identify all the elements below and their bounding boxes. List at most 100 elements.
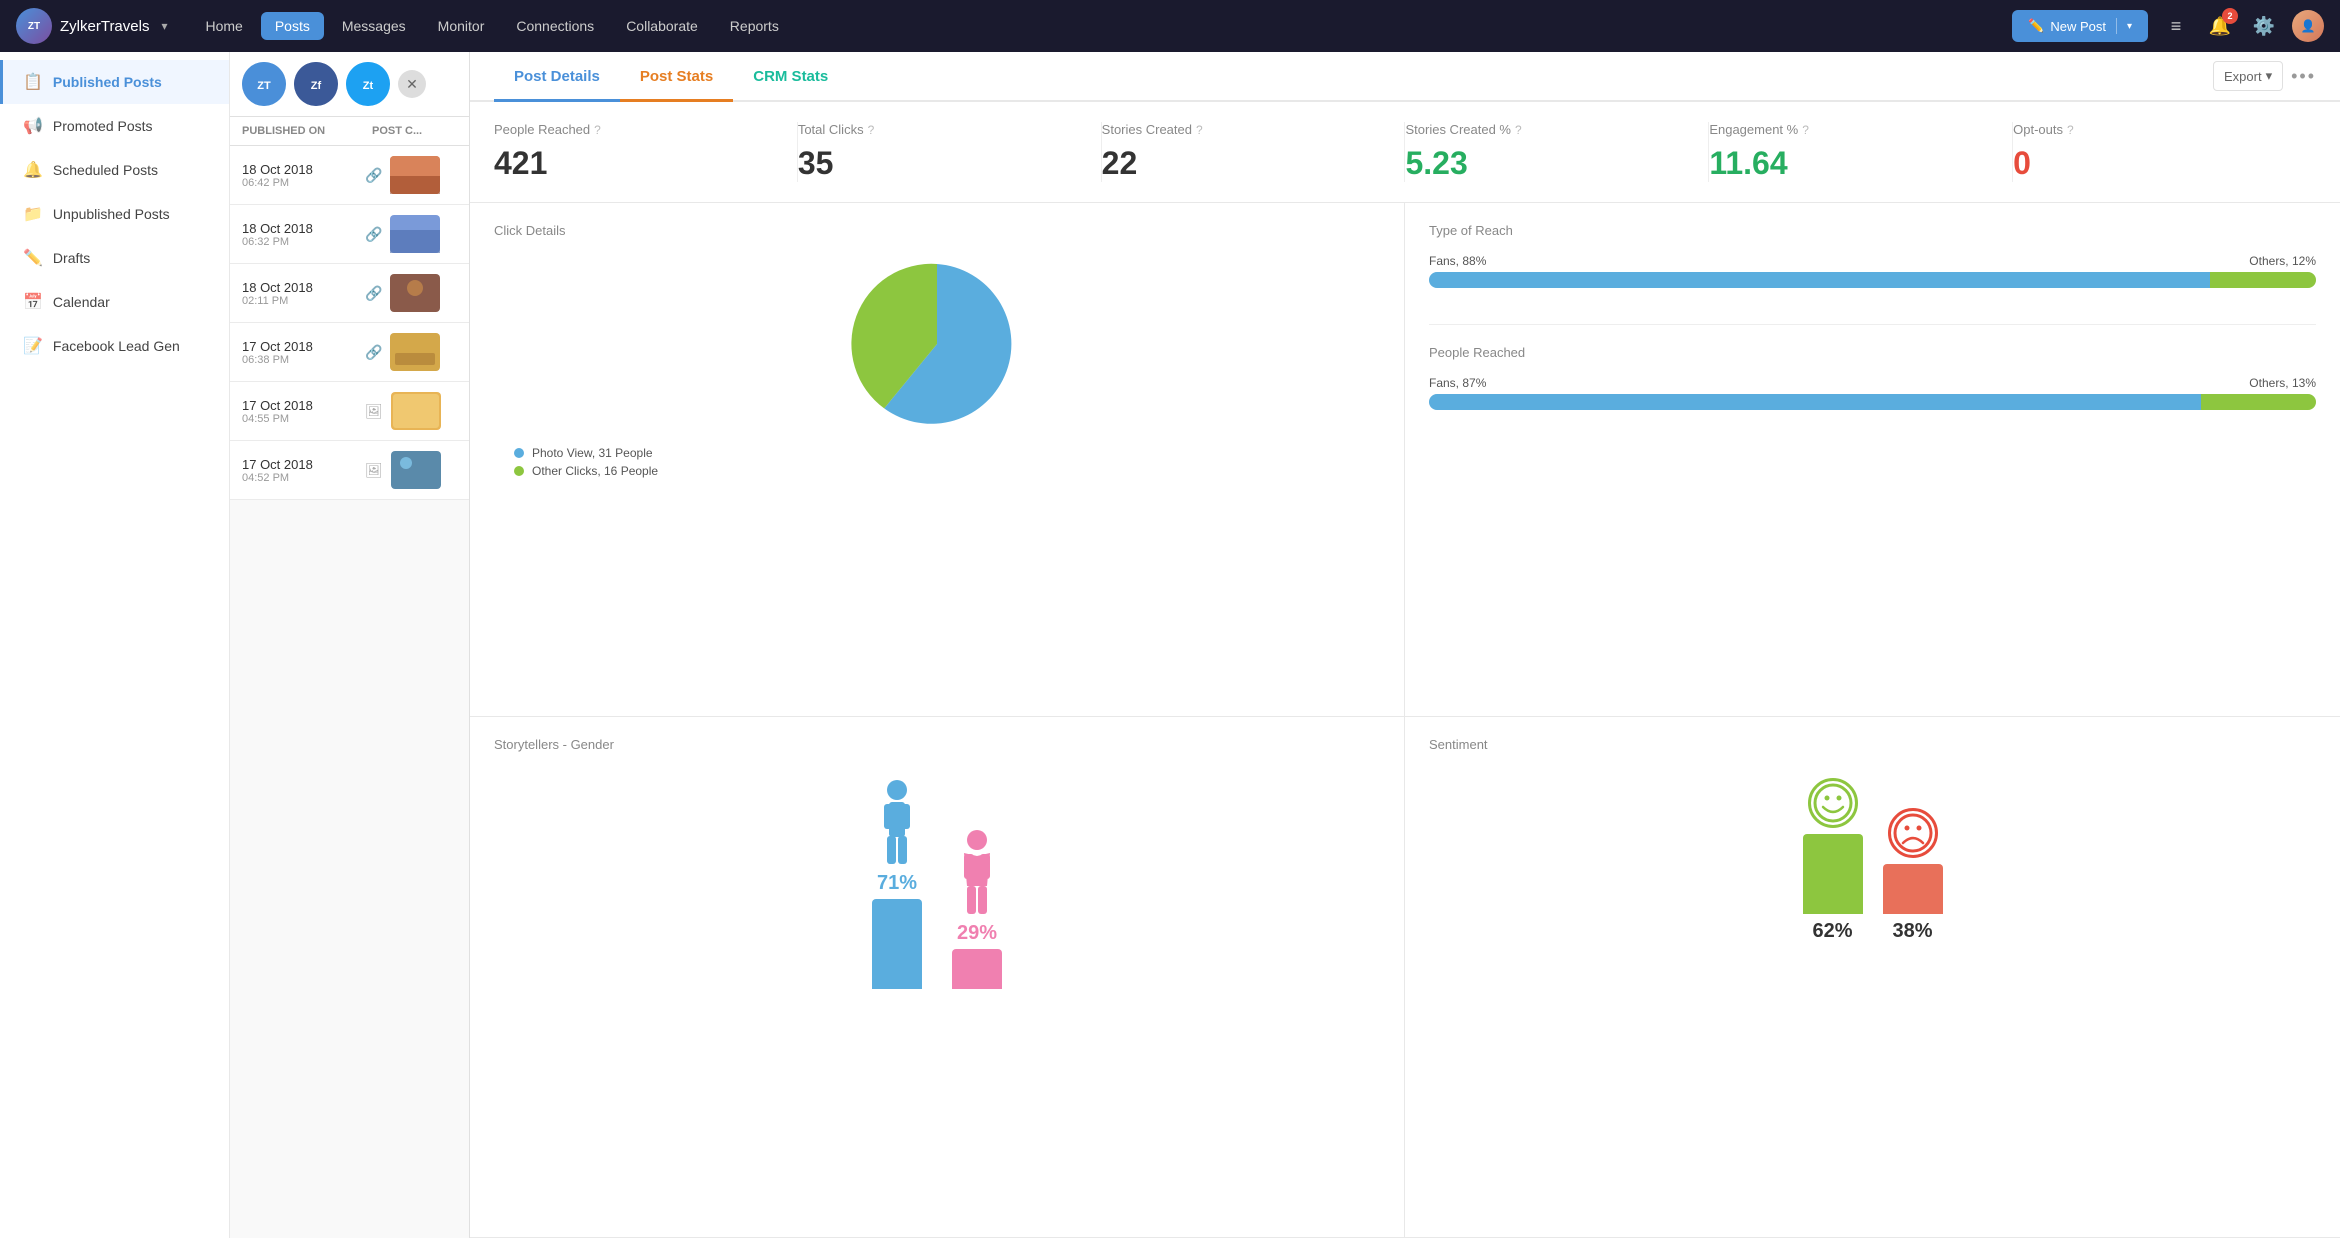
export-chevron-icon: ▾ bbox=[2266, 68, 2273, 84]
sidebar-item-published-posts[interactable]: 📋 Published Posts bbox=[0, 60, 229, 104]
help-icon-people-reached[interactable]: ? bbox=[594, 123, 601, 137]
post-time: 04:55 PM bbox=[242, 413, 357, 425]
profile-tab-2[interactable]: Zf bbox=[294, 62, 338, 106]
fans-label-people: Fans, 87% bbox=[1429, 376, 1486, 390]
post-date: 18 Oct 2018 bbox=[242, 162, 357, 177]
post-time: 06:32 PM bbox=[242, 236, 357, 248]
chart-title-click-details: Click Details bbox=[494, 223, 1380, 238]
male-figure-icon bbox=[872, 778, 922, 868]
stat-value-people-reached: 421 bbox=[494, 145, 777, 182]
post-thumbnail bbox=[391, 392, 441, 430]
tab-crm-stats[interactable]: CRM Stats bbox=[733, 52, 848, 102]
stat-label-stories-created-pct: Stories Created % ? bbox=[1405, 122, 1688, 137]
detail-tabs-bar: Post Details Post Stats CRM Stats Export… bbox=[470, 52, 2340, 102]
new-post-label: New Post bbox=[2050, 19, 2106, 34]
help-icon-stories-created[interactable]: ? bbox=[1196, 123, 1203, 137]
nav-reports[interactable]: Reports bbox=[716, 12, 793, 40]
promoted-posts-icon: 📢 bbox=[23, 116, 43, 136]
help-icon-total-clicks[interactable]: ? bbox=[868, 123, 875, 137]
stat-total-clicks: Total Clicks ? 35 bbox=[798, 122, 1102, 182]
help-icon-opt-outs[interactable]: ? bbox=[2067, 123, 2074, 137]
help-icon-stories-pct[interactable]: ? bbox=[1515, 123, 1522, 137]
post-date-col: 17 Oct 2018 04:52 PM bbox=[242, 457, 357, 484]
user-avatar[interactable]: 👤 bbox=[2292, 10, 2324, 42]
sidebar-item-promoted-posts[interactable]: 📢 Promoted Posts bbox=[0, 104, 229, 148]
post-date: 18 Oct 2018 bbox=[242, 221, 357, 236]
post-thumbnail bbox=[390, 274, 440, 312]
menu-icon[interactable]: ≡ bbox=[2160, 10, 2192, 42]
sidebar-item-calendar[interactable]: 📅 Calendar bbox=[0, 280, 229, 324]
notification-badge: 2 bbox=[2222, 8, 2238, 24]
others-label-reach: Others, 12% bbox=[2249, 254, 2316, 268]
sad-bar bbox=[1883, 864, 1943, 914]
nav-posts[interactable]: Posts bbox=[261, 12, 324, 40]
sad-face-icon bbox=[1888, 808, 1938, 858]
profile-tab-1[interactable]: ZT bbox=[242, 62, 286, 106]
fans-label-reach: Fans, 88% bbox=[1429, 254, 1486, 268]
happy-bar bbox=[1803, 834, 1863, 914]
legend-item-other-clicks: Other Clicks, 16 People bbox=[514, 464, 658, 478]
svg-text:ZT: ZT bbox=[257, 80, 271, 92]
brand-chevron-icon: ▾ bbox=[161, 19, 167, 33]
table-row[interactable]: 18 Oct 2018 06:42 PM 🔗 bbox=[230, 146, 469, 205]
tab-post-details[interactable]: Post Details bbox=[494, 52, 620, 102]
sidebar-item-unpublished-posts[interactable]: 📁 Unpublished Posts bbox=[0, 192, 229, 236]
nav-monitor[interactable]: Monitor bbox=[424, 12, 499, 40]
stat-stories-created-pct: Stories Created % ? 5.23 bbox=[1405, 122, 1709, 182]
bar-track-type-reach bbox=[1429, 272, 2316, 288]
close-profile-tab[interactable]: ✕ bbox=[398, 70, 426, 98]
post-thumbnail bbox=[390, 215, 440, 253]
bar-fill-others-people bbox=[2201, 394, 2316, 410]
stat-value-engagement: 11.64 bbox=[1709, 145, 1992, 182]
charts-grid: Click Details Photo View, 31 People bbox=[470, 203, 2340, 1238]
posts-column-headers: PUBLISHED ON POST C... bbox=[230, 117, 469, 146]
gender-male-group: 71% bbox=[872, 778, 922, 989]
drafts-icon: ✏️ bbox=[23, 248, 43, 268]
profile-tab-3[interactable]: Zt bbox=[346, 62, 390, 106]
stat-value-opt-outs: 0 bbox=[2013, 145, 2296, 182]
table-row[interactable]: 18 Oct 2018 02:11 PM 🔗 bbox=[230, 264, 469, 323]
link-icon: 🔗 bbox=[365, 226, 382, 243]
legend-label-photo-view: Photo View, 31 People bbox=[532, 446, 653, 460]
nav-messages[interactable]: Messages bbox=[328, 12, 420, 40]
sidebar-item-drafts[interactable]: ✏️ Drafts bbox=[0, 236, 229, 280]
nav-home[interactable]: Home bbox=[191, 12, 256, 40]
nav-collaborate[interactable]: Collaborate bbox=[612, 12, 712, 40]
link-icon: 🔗 bbox=[365, 344, 382, 361]
stat-label-people-reached: People Reached ? bbox=[494, 122, 777, 137]
post-time: 02:11 PM bbox=[242, 295, 357, 307]
male-pct: 71% bbox=[877, 872, 917, 895]
export-button[interactable]: Export ▾ bbox=[2213, 61, 2283, 91]
chart-title-type-of-reach: Type of Reach bbox=[1429, 223, 2316, 238]
male-bar bbox=[872, 899, 922, 989]
tab-post-stats[interactable]: Post Stats bbox=[620, 52, 733, 102]
brand[interactable]: ZT ZylkerTravels ▾ bbox=[16, 8, 167, 44]
sidebar: 📋 Published Posts 📢 Promoted Posts 🔔 Sch… bbox=[0, 52, 230, 1238]
more-options-button[interactable]: ••• bbox=[2291, 66, 2316, 87]
post-thumbnail bbox=[390, 156, 440, 194]
nav-connections[interactable]: Connections bbox=[502, 12, 608, 40]
export-label: Export bbox=[2224, 69, 2262, 84]
new-post-button[interactable]: ✏️ New Post ▾ bbox=[2012, 10, 2148, 42]
female-bar bbox=[952, 949, 1002, 989]
settings-button[interactable]: ⚙️ bbox=[2248, 10, 2280, 42]
post-date: 17 Oct 2018 bbox=[242, 457, 357, 472]
sidebar-item-scheduled-posts[interactable]: 🔔 Scheduled Posts bbox=[0, 148, 229, 192]
table-row[interactable]: 17 Oct 2018 06:38 PM 🔗 bbox=[230, 323, 469, 382]
sidebar-label-unpublished-posts: Unpublished Posts bbox=[53, 206, 170, 222]
post-date: 17 Oct 2018 bbox=[242, 398, 357, 413]
post-date-col: 18 Oct 2018 06:42 PM bbox=[242, 162, 357, 189]
table-row[interactable]: 17 Oct 2018 04:55 PM 🖼 bbox=[230, 382, 469, 441]
scheduled-posts-icon: 🔔 bbox=[23, 160, 43, 180]
calendar-icon: 📅 bbox=[23, 292, 43, 312]
table-row[interactable]: 18 Oct 2018 06:32 PM 🔗 bbox=[230, 205, 469, 264]
post-time: 06:38 PM bbox=[242, 354, 357, 366]
sidebar-item-facebook-lead-gen[interactable]: 📝 Facebook Lead Gen bbox=[0, 324, 229, 368]
help-icon-engagement[interactable]: ? bbox=[1802, 123, 1809, 137]
table-row[interactable]: 17 Oct 2018 04:52 PM 🖼 bbox=[230, 441, 469, 500]
sidebar-label-drafts: Drafts bbox=[53, 250, 90, 266]
pie-chart bbox=[847, 254, 1027, 434]
sidebar-label-promoted-posts: Promoted Posts bbox=[53, 118, 153, 134]
image-icon: 🖼 bbox=[365, 462, 383, 479]
sidebar-label-calendar: Calendar bbox=[53, 294, 110, 310]
